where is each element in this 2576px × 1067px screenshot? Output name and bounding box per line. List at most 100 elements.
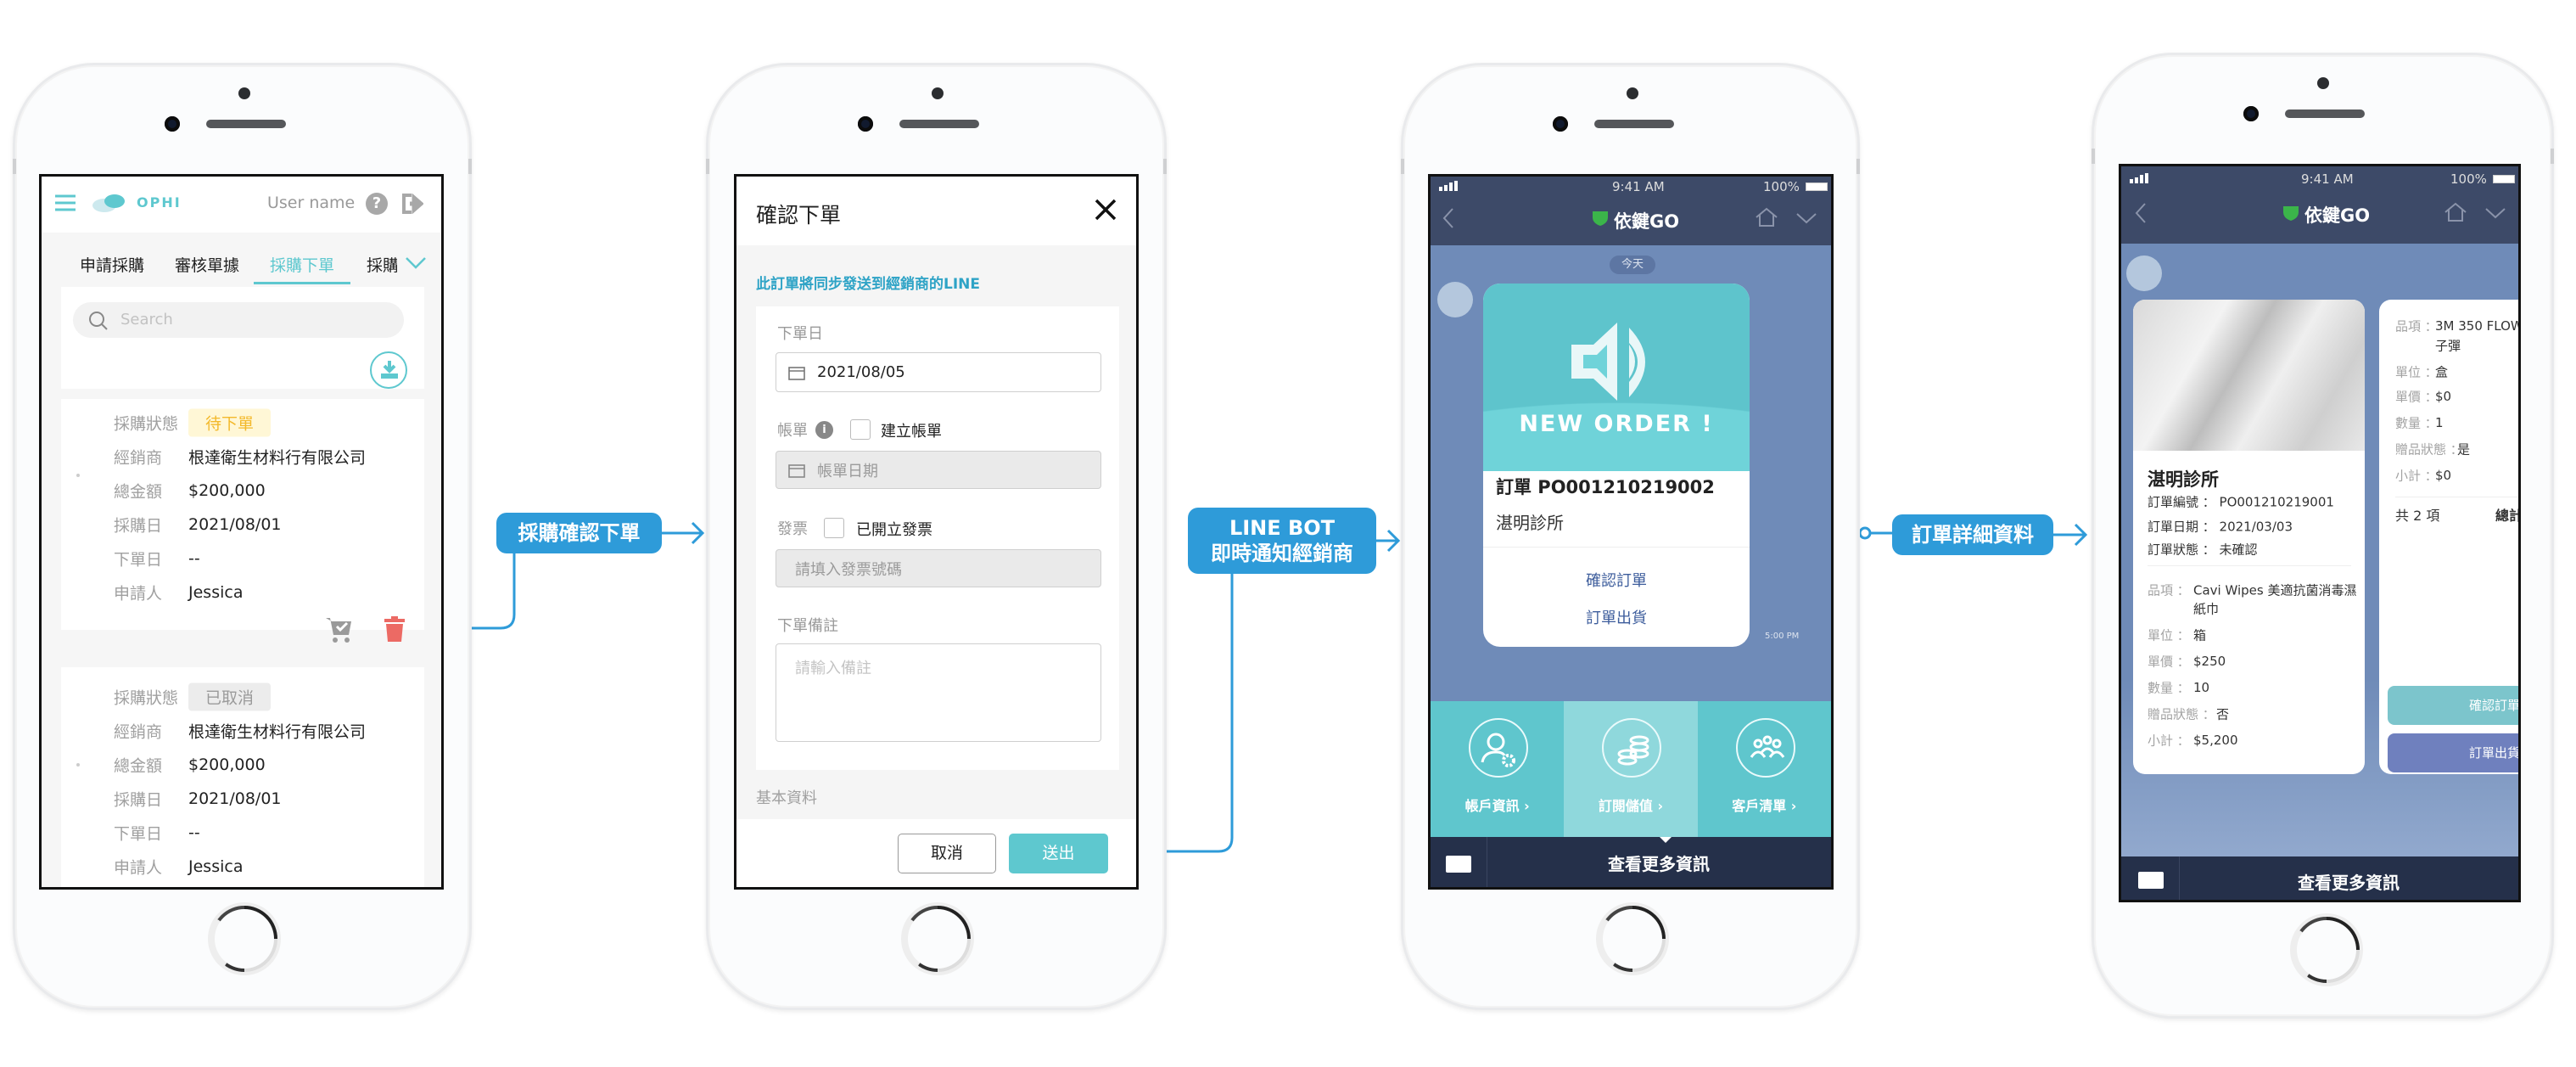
info-icon[interactable]: i — [815, 421, 833, 439]
menu-customer-list[interactable]: 客戶清單 › — [1698, 701, 1831, 837]
home-icon[interactable] — [1755, 207, 1778, 227]
camera-icon — [1553, 116, 1568, 132]
invoice-number-input[interactable]: 請填入發票號碼 — [776, 549, 1101, 587]
item-name-value-cont: 子彈 — [2435, 338, 2461, 354]
bot-name: 依鍵GO — [1614, 211, 1680, 232]
help-icon[interactable]: ? — [366, 193, 388, 215]
status-label: 採購狀態 — [114, 414, 179, 434]
logout-icon[interactable] — [401, 194, 423, 214]
tab-purchase-more[interactable]: 採購 — [367, 253, 397, 276]
confirm-order-button[interactable]: 確認訂單 — [2388, 686, 2518, 725]
item-name-label: 品項 ： — [2395, 318, 2438, 334]
vendor-value: 根達衛生材料行有限公司 — [188, 722, 367, 742]
more-info-button[interactable]: 查看更多資訊 — [1487, 851, 1831, 875]
callout-linebot: LINE BOT 即時通知經銷商 — [1188, 508, 1376, 574]
status-badge: 已取消 — [188, 682, 272, 711]
price-label: 單價 ： — [2395, 389, 2438, 405]
menu-icon[interactable] — [55, 194, 76, 211]
total-label: 總計 — [2495, 508, 2521, 524]
home-button[interactable] — [901, 902, 974, 975]
line-header: 9:41 AM 100% 依鍵GO — [2121, 166, 2518, 244]
verified-shield-icon — [1593, 211, 1608, 226]
chevron-down-icon[interactable] — [1795, 212, 1817, 224]
item-name-value: 3M 350 FLOW AC — [2435, 318, 2521, 334]
applicant-value: Jessica — [188, 857, 244, 876]
order-date: 訂單日期 ： 2021/03/03 — [2148, 519, 2293, 535]
basic-info-section[interactable]: 基本資料 — [756, 786, 817, 808]
order-detail-screen: 9:41 AM 100% 依鍵GO 湛明診所 訂單編號 ： PO00121021… — [2119, 164, 2521, 902]
order-card[interactable]: 採購狀態 待下單 經銷商 根達衛生材料行有限公司 總金額 $200,000 採購… — [61, 399, 424, 630]
callout-text: 訂單詳細資料 — [1912, 523, 2034, 547]
ship-order-button[interactable]: 訂單出貨 — [2388, 733, 2518, 772]
more-info-button[interactable]: 查看更多資訊 — [2179, 869, 2518, 894]
bot-avatar[interactable] — [2126, 256, 2162, 291]
ship-order-action[interactable]: 訂單出貨 — [1483, 606, 1750, 628]
cart-check-icon[interactable] — [325, 616, 354, 643]
keyboard-icon[interactable] — [2138, 872, 2164, 889]
unit-label: 單位 ： — [2395, 364, 2438, 380]
purchase-date-label: 採購日 — [114, 516, 163, 536]
callout-text: 採購確認下單 — [518, 521, 641, 545]
tab-purchase-order[interactable]: 採購下單 — [270, 253, 334, 276]
callout-purchase-confirm: 採購確認下單 — [496, 513, 662, 553]
app-logo-text: OPHI — [137, 194, 182, 211]
battery-level: 100% — [2450, 171, 2487, 187]
home-button[interactable] — [1596, 902, 1669, 975]
search-input[interactable]: Search — [73, 302, 404, 338]
signal-icon — [2130, 173, 2148, 183]
battery-icon — [2493, 175, 2515, 183]
order-date-label: 下單日 — [114, 824, 163, 844]
order-card[interactable]: 採購狀態 已取消 經銷商 根達衛生材料行有限公司 總金額 $200,000 採購… — [61, 667, 424, 887]
order-title: 訂單 PO001210219002 — [1496, 477, 1715, 497]
signal-icon — [1439, 181, 1458, 191]
trash-icon[interactable] — [384, 616, 405, 642]
submit-button[interactable]: 送出 — [1009, 834, 1108, 873]
user-name[interactable]: User name — [267, 194, 355, 212]
applicant-value: Jessica — [188, 583, 244, 602]
home-button[interactable] — [2290, 913, 2363, 986]
menu-account-info[interactable]: 帳戶資訊 › — [1431, 701, 1564, 837]
camera-icon — [165, 116, 180, 132]
home-button[interactable] — [208, 902, 281, 975]
order-date-input[interactable]: 2021/08/05 — [776, 352, 1101, 392]
total-value: $200,000 — [188, 755, 266, 774]
phone-frame-4: 9:41 AM 100% 依鍵GO 湛明診所 訂單編號 ： PO00121021… — [2092, 53, 2554, 1019]
menu-subscription[interactable]: 訂閱儲值 › — [1564, 701, 1698, 837]
bill-date-input[interactable]: 帳單日期 — [776, 451, 1101, 489]
order-summary-card: 品項 ： 3M 350 FLOW AC 子彈 單位 ： 盒 單價 ： $0 數量… — [2379, 300, 2521, 774]
callout-text: 即時通知經銷商 — [1211, 542, 1353, 565]
tab-apply-purchase[interactable]: 申請採購 — [80, 253, 144, 276]
home-icon[interactable] — [2444, 202, 2467, 222]
invoice-placeholder: 請填入發票號碼 — [795, 560, 902, 579]
vendor-value: 根達衛生材料行有限公司 — [188, 448, 367, 468]
cancel-button[interactable]: 取消 — [898, 834, 996, 873]
confirm-order-action[interactable]: 確認訂單 — [1483, 569, 1750, 591]
chevron-down-icon[interactable] — [2484, 207, 2506, 219]
chevron-down-icon[interactable] — [405, 256, 427, 270]
close-icon[interactable] — [1095, 199, 1117, 221]
tab-review-documents[interactable]: 審核單據 — [175, 253, 239, 276]
note-textarea[interactable]: 請輸入備註 — [776, 643, 1101, 742]
item-name-value-cont: 紙巾 — [2193, 601, 2220, 617]
total-label: 總金額 — [114, 482, 163, 502]
create-bill-checkbox[interactable] — [850, 419, 871, 440]
gift-label: 贈品狀態 ： — [2395, 441, 2463, 458]
download-button[interactable] — [370, 351, 407, 389]
status-time: 9:41 AM — [2301, 171, 2354, 187]
unit-value: 盒 — [2435, 364, 2449, 380]
order-date-value: -- — [188, 823, 200, 842]
app-header: OPHI User name ? — [42, 177, 441, 233]
create-bill-label: 建立帳單 — [881, 423, 942, 441]
vendor-label: 經銷商 — [114, 448, 163, 468]
clinic-name: 湛明診所 — [1496, 513, 1564, 533]
camera-icon — [2243, 106, 2259, 121]
bottom-bar: 查看更多資訊 — [2121, 856, 2518, 900]
bot-avatar[interactable] — [1437, 282, 1473, 317]
invoice-issued-checkbox[interactable] — [824, 518, 844, 538]
keyboard-icon[interactable] — [1446, 856, 1471, 873]
vendor-label: 經銷商 — [114, 722, 163, 742]
back-icon[interactable] — [2135, 202, 2147, 224]
group-icon — [1735, 718, 1795, 778]
subtotal-value: $0 — [2435, 468, 2452, 483]
back-icon[interactable] — [1442, 207, 1454, 229]
